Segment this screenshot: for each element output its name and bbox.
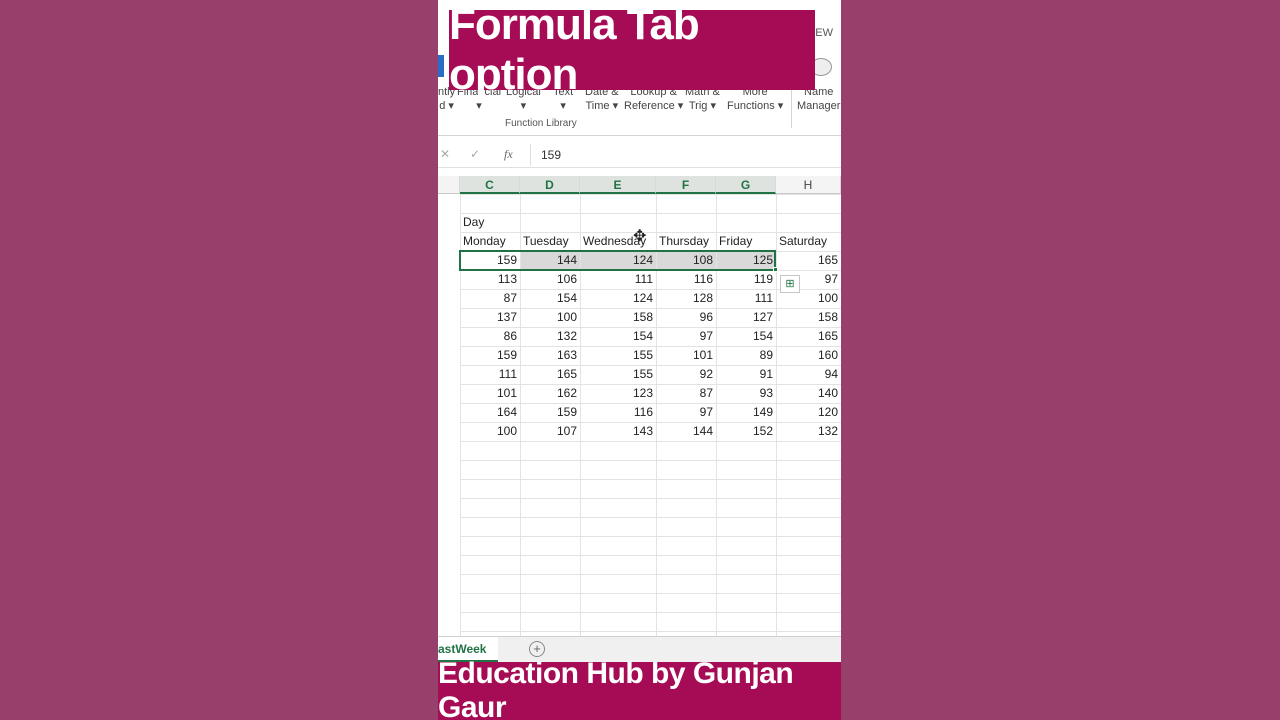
data-cell[interactable]: 165 — [520, 365, 580, 384]
data-cell[interactable]: 86 — [460, 327, 520, 346]
header-cell[interactable]: Tuesday — [520, 232, 572, 251]
data-cell[interactable]: 100 — [460, 422, 520, 441]
grid-line — [460, 213, 841, 214]
selection-border — [459, 250, 776, 271]
row-header-gutter — [438, 176, 460, 194]
data-cell[interactable]: 111 — [580, 270, 656, 289]
data-cell[interactable]: 101 — [460, 384, 520, 403]
formula-bar: ✕ ✓ fx 159 — [438, 142, 841, 168]
data-cell[interactable]: 100 — [520, 308, 580, 327]
grid-line — [460, 441, 841, 442]
data-cell[interactable]: 158 — [776, 308, 841, 327]
header-cell[interactable]: Thursday — [656, 232, 712, 251]
data-cell[interactable]: 144 — [656, 422, 716, 441]
data-cell[interactable]: 162 — [520, 384, 580, 403]
day-label[interactable]: Day — [460, 213, 487, 232]
grid-line — [460, 555, 841, 556]
channel-name: Education Hub by Gunjan Gaur — [438, 657, 794, 720]
data-cell[interactable]: 111 — [716, 289, 776, 308]
data-cell[interactable]: 97 — [656, 403, 716, 422]
formula-input[interactable]: 159 — [541, 148, 561, 162]
enter-icon[interactable]: ✓ — [470, 147, 480, 161]
data-cell[interactable]: 123 — [580, 384, 656, 403]
worksheet-grid[interactable]: C D E F G H Day Monday Tuesday Wednesday Thursday F… — [438, 176, 841, 636]
data-cell[interactable]: 127 — [716, 308, 776, 327]
data-cell[interactable]: 155 — [580, 346, 656, 365]
data-cell[interactable]: 158 — [580, 308, 656, 327]
add-sheet-icon[interactable]: + — [529, 641, 545, 657]
data-cell[interactable]: 140 — [776, 384, 841, 403]
header-cell[interactable]: Saturday — [776, 232, 830, 251]
data-cell[interactable]: 116 — [656, 270, 716, 289]
grid-line — [460, 536, 841, 537]
data-cell[interactable]: 155 — [580, 365, 656, 384]
bottom-banner: Education Hub by Gunjan Gaur — [438, 657, 841, 720]
data-cell[interactable]: 154 — [520, 289, 580, 308]
data-cell[interactable]: 164 — [460, 403, 520, 422]
excel-window: EW ntly d ▾ Financial ▾ Logical ▾ Text ▾ Dat… — [438, 0, 841, 720]
data-cell[interactable]: 111 — [460, 365, 520, 384]
data-cell[interactable]: 101 — [656, 346, 716, 365]
recently-used-icon[interactable] — [438, 55, 444, 77]
header-cell[interactable]: Friday — [716, 232, 755, 251]
data-cell[interactable]: 132 — [520, 327, 580, 346]
data-cell[interactable]: 120 — [776, 403, 841, 422]
data-cell[interactable]: 96 — [656, 308, 716, 327]
column-header-h[interactable]: H — [776, 176, 841, 194]
data-cell[interactable]: 143 — [580, 422, 656, 441]
title-text: Formula Tab option — [449, 0, 700, 99]
data-cell[interactable]: 87 — [460, 289, 520, 308]
function-library-label: Function Library — [505, 118, 577, 129]
grid-line — [460, 612, 841, 613]
cancel-icon[interactable]: ✕ — [440, 147, 450, 161]
data-cell[interactable]: 119 — [716, 270, 776, 289]
data-cell[interactable]: 160 — [776, 346, 841, 365]
grid-line — [460, 479, 841, 480]
column-header-d[interactable]: D — [520, 176, 580, 194]
grid-line — [460, 460, 841, 461]
data-cell[interactable]: 159 — [520, 403, 580, 422]
data-cell[interactable]: 93 — [716, 384, 776, 403]
grid-line — [460, 194, 841, 195]
data-cell[interactable]: 154 — [580, 327, 656, 346]
data-cell[interactable]: 165 — [776, 327, 841, 346]
column-header-g[interactable]: G — [716, 176, 776, 194]
grid-line — [460, 517, 841, 518]
grid-line — [460, 593, 841, 594]
grid-line — [460, 498, 841, 499]
insert-function-icon[interactable]: fx — [504, 147, 513, 162]
data-cell[interactable]: 116 — [580, 403, 656, 422]
data-cell[interactable]: 91 — [716, 365, 776, 384]
column-header-e[interactable]: E — [580, 176, 656, 194]
data-cell[interactable]: 163 — [520, 346, 580, 365]
fill-handle[interactable] — [773, 267, 778, 272]
header-cell[interactable]: Monday — [460, 232, 509, 251]
data-cell[interactable]: 113 — [460, 270, 520, 289]
column-header-c[interactable]: C — [460, 176, 520, 194]
grid-line — [460, 574, 841, 575]
data-cell[interactable]: 92 — [656, 365, 716, 384]
tab-view[interactable]: EW — [815, 27, 833, 39]
data-cell[interactable]: 124 — [580, 289, 656, 308]
data-cell[interactable]: 159 — [460, 346, 520, 365]
data-cell[interactable]: 87 — [656, 384, 716, 403]
data-cell[interactable]: 154 — [716, 327, 776, 346]
move-cursor-icon: ✥ — [633, 228, 647, 245]
data-cell[interactable]: 128 — [656, 289, 716, 308]
formula-bar-divider — [530, 144, 531, 166]
data-cell[interactable]: 89 — [716, 346, 776, 365]
data-cell[interactable]: 97 — [656, 327, 716, 346]
data-cell[interactable]: 137 — [460, 308, 520, 327]
column-header-f[interactable]: F — [656, 176, 716, 194]
data-cell[interactable]: 107 — [520, 422, 580, 441]
data-cell[interactable]: 94 — [776, 365, 841, 384]
grid-line — [460, 631, 841, 632]
title-banner: Formula Tab option — [449, 0, 815, 99]
data-cell[interactable]: 165 — [776, 251, 841, 270]
quick-analysis-icon[interactable]: ⊞ — [780, 275, 800, 293]
data-cell[interactable]: 106 — [520, 270, 580, 289]
data-cell[interactable]: 149 — [716, 403, 776, 422]
data-cell[interactable]: 132 — [776, 422, 841, 441]
data-cell[interactable]: 152 — [716, 422, 776, 441]
